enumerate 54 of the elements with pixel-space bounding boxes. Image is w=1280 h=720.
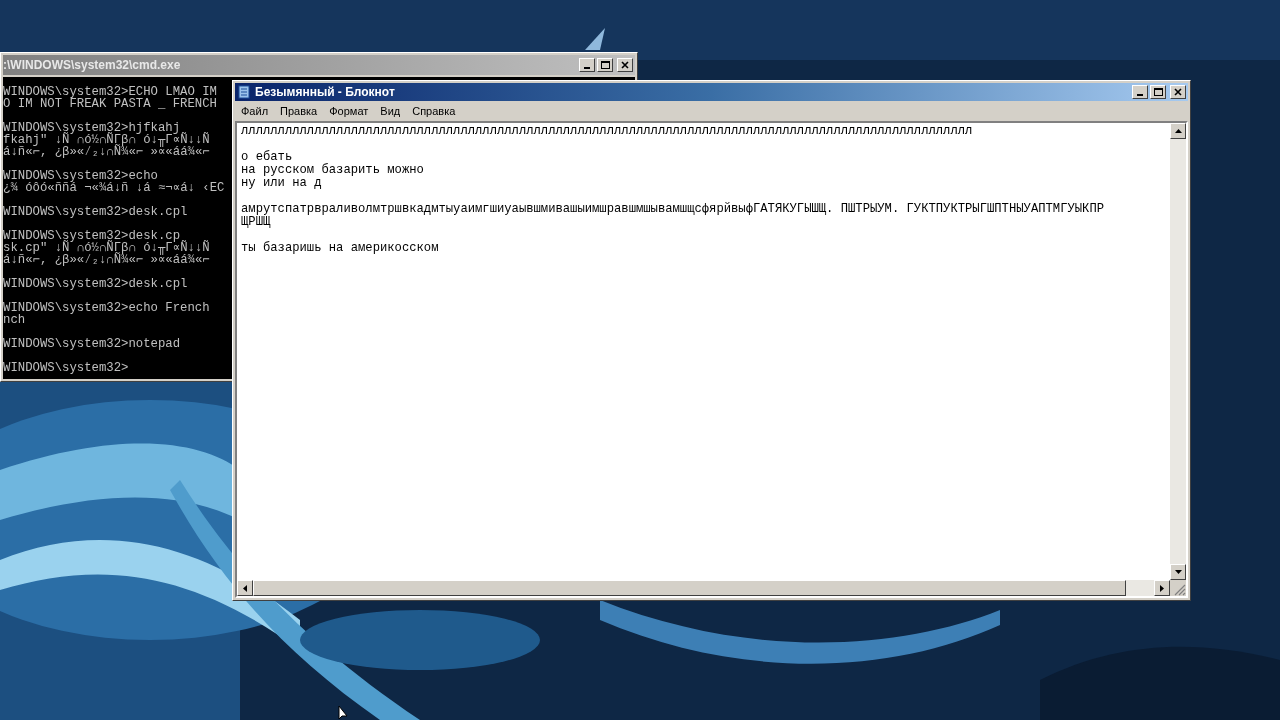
maximize-button[interactable] [597, 58, 613, 72]
text-line: амрутспатрвраливолмтршвкадмтыуаимгшиуаывшмивашыимшравшмшывамшщсфярйвыфГАТЯКУГЫШЩ. ПШТРЫУМ. ГУКТПУКТРЫГШПТНЫУАПТМГУЫКПР [241, 203, 1104, 216]
right-arrow-icon [1160, 584, 1164, 592]
scroll-left-button[interactable] [237, 580, 253, 596]
maximize-icon [1153, 87, 1163, 97]
close-button[interactable] [617, 58, 633, 72]
window-title: :\WINDOWS\system32\cmd.exe [3, 58, 181, 72]
console-line: nch [3, 314, 26, 326]
menu-item[interactable]: Правка [274, 103, 324, 118]
menu-item[interactable]: Формат [323, 103, 375, 118]
pointer-icon [338, 706, 348, 720]
menu-item[interactable]: Справка [406, 103, 462, 118]
console-line: fkahj" ↓Ñ ∩ó½∩ÑΓβ∩ ó↓╥Γ∝Ñ↓↓Ñ [3, 134, 210, 146]
scroll-up-button[interactable] [1170, 123, 1186, 139]
text-line: ну или на д [241, 177, 322, 190]
up-arrow-icon [1174, 129, 1182, 133]
console-line: WINDOWS\system32>ECHO LMAO IM [3, 86, 217, 98]
minimize-icon [1137, 94, 1143, 96]
down-arrow-icon [1174, 570, 1182, 574]
console-line: á↓ñ«⌐, ¿β»«⁄₂↓∩Ñ¾«⌐ »∝«áá¾«⌐ [3, 146, 210, 158]
minimize-button[interactable] [1132, 85, 1148, 99]
vertical-scrollbar[interactable] [1170, 123, 1186, 580]
close-button[interactable] [1170, 85, 1186, 99]
console-line: WINDOWS\system32>echo French [3, 302, 210, 314]
console-line: WINDOWS\system32>echo [3, 170, 158, 182]
console-line: sk.cp" ↓Ñ ∩ó½∩ÑΓβ∩ ó↓╥Γ∝Ñ↓↓Ñ [3, 242, 210, 254]
notepad-icon [237, 85, 251, 99]
text-line: ты базаришь на америкосском [241, 242, 439, 255]
scroll-right-button[interactable] [1154, 580, 1170, 596]
menu-item[interactable]: Файл [235, 103, 275, 118]
text-line: на русском базарить можно [241, 164, 424, 177]
console-line: WINDOWS\system32> [3, 362, 129, 374]
console-line: á↓ñ«⌐, ¿β»«⁄₂↓∩Ñ¾«⌐ »∝«áá¾«⌐ [3, 254, 210, 266]
console-line: WINDOWS\system32>desk.cpl [3, 278, 188, 290]
minimize-icon [584, 67, 590, 69]
maximize-button[interactable] [1150, 85, 1166, 99]
text-line: о ебать [241, 151, 293, 164]
console-line: O IM NOT FREAK PASTA _ FRENCH [3, 98, 217, 110]
console-line: WINDOWS\system32>notepad [3, 338, 181, 350]
left-arrow-icon [243, 584, 247, 592]
console-line: WINDOWS\system32>desk.cp [3, 230, 181, 242]
window-title: Безымянный - Блокнот [255, 85, 395, 99]
console-line: WINDOWS\system32>hjfkahj [3, 122, 181, 134]
close-icon [620, 60, 630, 70]
size-grip[interactable] [1174, 584, 1186, 596]
scroll-down-button[interactable] [1170, 564, 1186, 580]
text-line: ЩРШЩ [241, 216, 271, 229]
menu-item[interactable]: Вид [374, 103, 407, 118]
minimize-button[interactable] [579, 58, 595, 72]
close-icon [1173, 87, 1183, 97]
text-line: лллллллллллллллллллллллллллллллллллллллллллллллллллллллллллллллллллллллллллллллллллллллллллллллллллл [241, 125, 973, 138]
maximize-icon [600, 60, 610, 70]
console-line: WINDOWS\system32>desk.cpl [3, 206, 188, 218]
console-line: ¿¾ óôó«ññá ¬«¾á↓ñ ↓á ≈¬∝á↓ ‹EC [3, 182, 225, 194]
